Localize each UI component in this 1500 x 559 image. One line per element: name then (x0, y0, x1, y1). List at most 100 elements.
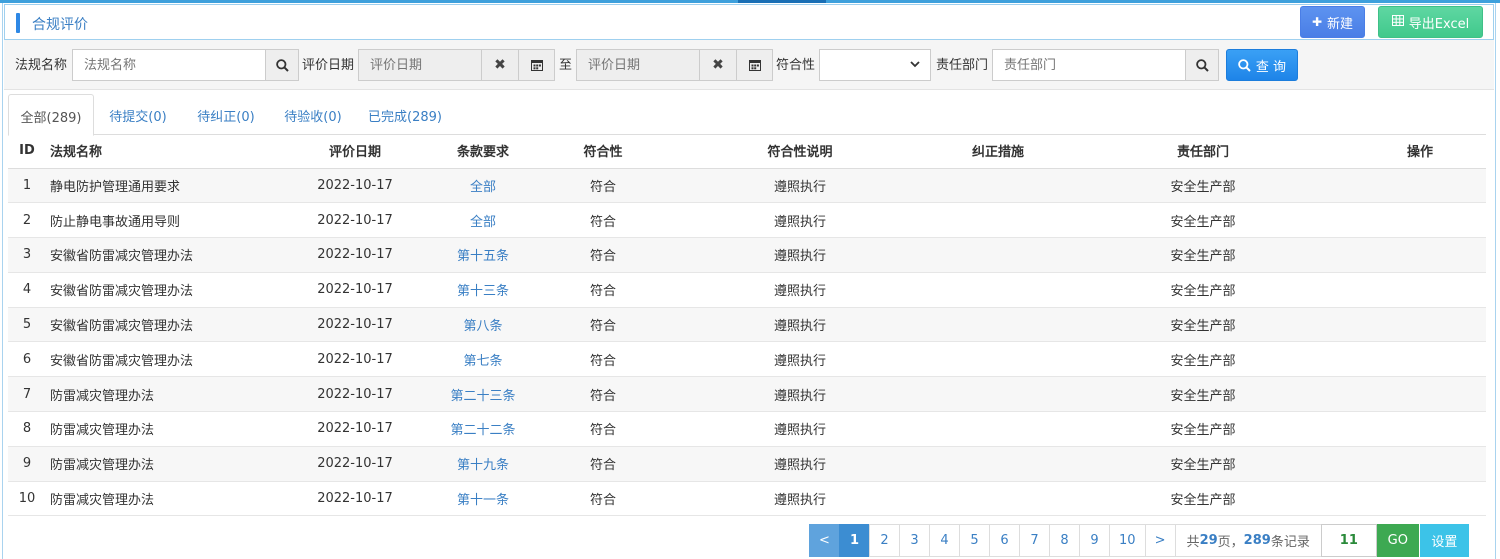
col-header-corrective-action: 纠正措施 (944, 134, 1052, 169)
cell-corrective-action (944, 272, 1052, 308)
chevron-down-icon (910, 61, 920, 68)
col-header-dept: 责任部门 (1052, 134, 1354, 169)
col-header-clause: 条款要求 (416, 134, 550, 169)
cell-corrective-action (944, 411, 1052, 447)
clear-icon: ✖ (712, 57, 724, 73)
page-button-7[interactable]: 7 (1019, 524, 1050, 557)
cell-compliance-note: 遵照执行 (656, 411, 944, 447)
cell-date: 2022-10-17 (294, 237, 416, 273)
page-button-3[interactable]: 3 (899, 524, 930, 557)
date-label: 评价日期 (302, 58, 355, 73)
page-button-6[interactable]: 6 (989, 524, 1020, 557)
cell-clause[interactable]: 全部 (416, 168, 550, 204)
export-excel-button[interactable]: 导出Excel (1378, 6, 1483, 38)
settings-button[interactable]: 设置 (1419, 524, 1469, 557)
goto-page-input[interactable]: 11 (1320, 524, 1377, 557)
cell-clause[interactable]: 第二十二条 (416, 411, 550, 447)
search-icon (1195, 58, 1209, 72)
cell-date: 2022-10-17 (294, 202, 416, 239)
cell-dept: 安全生产部 (1052, 272, 1354, 308)
cell-compliance: 符合 (550, 446, 656, 482)
cell-actions (1354, 376, 1486, 413)
query-button[interactable]: 查 询 (1226, 49, 1298, 81)
cell-corrective-action (944, 202, 1052, 239)
new-button[interactable]: ✚ 新建 (1300, 6, 1365, 38)
tab-pending-acceptance[interactable]: 待验收(0) (270, 94, 356, 135)
page-button-10[interactable]: 10 (1109, 524, 1146, 557)
date-from-clear-button[interactable]: ✖ (481, 49, 519, 81)
tab-pending-submit[interactable]: 待提交(0) (94, 94, 182, 135)
cell-corrective-action (944, 446, 1052, 482)
tab-completed[interactable]: 已完成(289) (356, 94, 454, 135)
cell-date: 2022-10-17 (294, 481, 416, 517)
cell-id: 7 (8, 376, 46, 413)
date-to-label: 至 (559, 58, 573, 73)
total-records: 289 (1243, 533, 1271, 548)
tab-pending-correction[interactable]: 待纠正(0) (182, 94, 270, 135)
cell-actions (1354, 481, 1486, 517)
cell-clause[interactable]: 第十一条 (416, 481, 550, 517)
cell-clause[interactable]: 第十九条 (416, 446, 550, 482)
cell-clause[interactable]: 第十五条 (416, 237, 550, 273)
cell-compliance: 符合 (550, 202, 656, 239)
status-tabs: 全部(289) 待提交(0) 待纠正(0) 待验收(0) 已完成(289) (8, 94, 1486, 136)
cell-compliance-note: 遵照执行 (656, 481, 944, 517)
filter-bar: 法规名称 评价日期 ✖ 至 ✖ 符合性 责任部门 查 询 (4, 40, 1494, 90)
cell-corrective-action (944, 341, 1052, 378)
clear-icon: ✖ (494, 57, 506, 73)
date-to-input[interactable] (576, 49, 700, 81)
table-row: 3 安徽省防雷减灾管理办法 2022-10-17 第十五条 符合 遵照执行 安全生产部 (8, 237, 1486, 273)
go-button[interactable]: GO (1376, 524, 1419, 557)
page-button-9[interactable]: 9 (1079, 524, 1110, 557)
cell-clause[interactable]: 全部 (416, 202, 550, 239)
cell-compliance-note: 遵照执行 (656, 376, 944, 413)
cell-compliance-note: 遵照执行 (656, 341, 944, 378)
title-accent-bar (16, 13, 20, 33)
compliance-label: 符合性 (776, 58, 816, 73)
cell-dept: 安全生产部 (1052, 307, 1354, 343)
date-from-calendar-button[interactable] (518, 49, 555, 81)
page-button-1[interactable]: 1 (839, 524, 870, 557)
date-to-clear-button[interactable]: ✖ (699, 49, 737, 81)
cell-actions (1354, 341, 1486, 378)
plus-icon: ✚ (1311, 15, 1323, 29)
cell-actions (1354, 411, 1486, 447)
cell-dept: 安全生产部 (1052, 341, 1354, 378)
page-button-2[interactable]: 2 (869, 524, 900, 557)
cell-date: 2022-10-17 (294, 376, 416, 413)
cell-clause[interactable]: 第二十三条 (416, 376, 550, 413)
table-row: 1 静电防护管理通用要求 2022-10-17 全部 符合 遵照执行 安全生产部 (8, 168, 1486, 204)
cell-clause[interactable]: 第八条 (416, 307, 550, 343)
cell-date: 2022-10-17 (294, 446, 416, 482)
table-row: 8 防雷减灾管理办法 2022-10-17 第二十二条 符合 遵照执行 安全生产部 (8, 411, 1486, 447)
dept-search-button[interactable] (1185, 49, 1219, 81)
col-header-compliance: 符合性 (550, 134, 656, 169)
tab-all[interactable]: 全部(289) (8, 94, 94, 136)
page-button-5[interactable]: 5 (959, 524, 990, 557)
cell-law-name: 防止静电事故通用导则 (46, 202, 294, 239)
calendar-icon (530, 60, 543, 71)
cell-corrective-action (944, 376, 1052, 413)
compliance-select[interactable] (819, 49, 931, 81)
cell-compliance-note: 遵照执行 (656, 202, 944, 239)
dept-input[interactable] (992, 49, 1186, 81)
cell-actions (1354, 168, 1486, 204)
table-row: 2 防止静电事故通用导则 2022-10-17 全部 符合 遵照执行 安全生产部 (8, 202, 1486, 239)
cell-clause[interactable]: 第十三条 (416, 272, 550, 308)
law-name-input[interactable] (72, 49, 266, 81)
cell-id: 8 (8, 411, 46, 447)
date-from-input[interactable] (358, 49, 482, 81)
page-button-4[interactable]: 4 (929, 524, 960, 557)
summary-suffix: 条记录 (1270, 535, 1310, 550)
cell-law-name: 静电防护管理通用要求 (46, 168, 294, 204)
cell-clause[interactable]: 第七条 (416, 341, 550, 378)
cell-id: 5 (8, 307, 46, 343)
cell-id: 6 (8, 341, 46, 378)
prev-page-button[interactable]: < (809, 524, 840, 557)
next-page-button[interactable]: > (1144, 524, 1176, 557)
page-button-8[interactable]: 8 (1049, 524, 1080, 557)
cell-dept: 安全生产部 (1052, 202, 1354, 239)
page-title: 合规评价 (32, 17, 88, 33)
law-name-search-button[interactable] (265, 49, 299, 81)
date-to-calendar-button[interactable] (736, 49, 773, 81)
